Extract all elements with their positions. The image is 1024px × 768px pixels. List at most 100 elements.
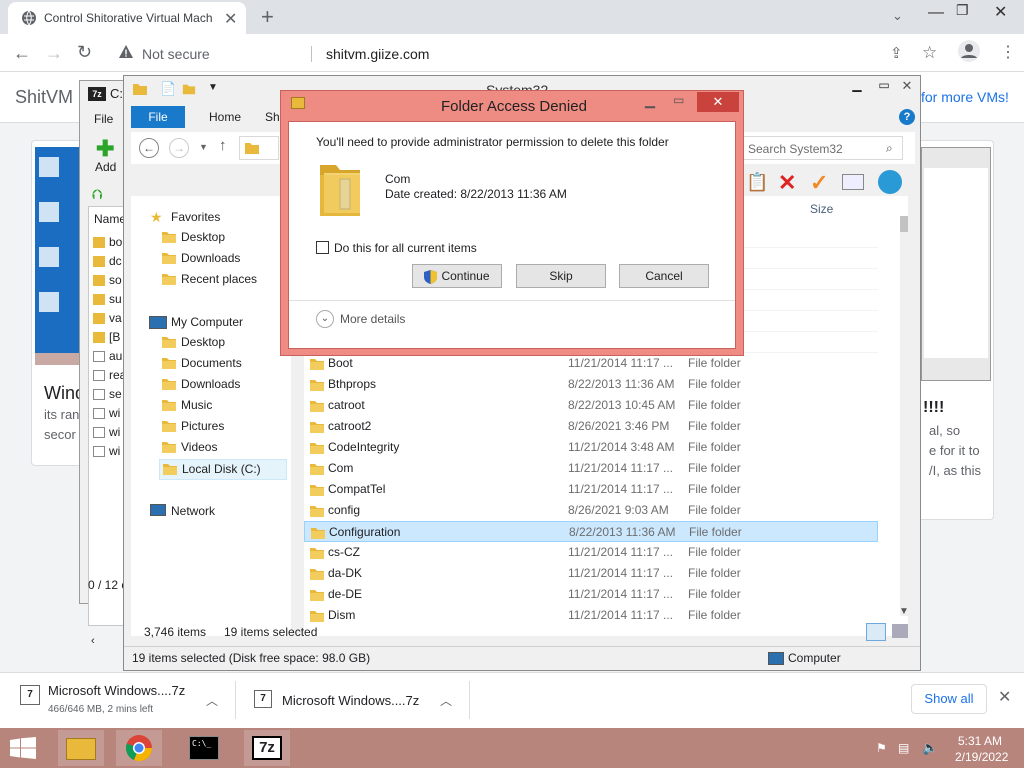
file-row[interactable]: cs-CZ 11/21/2014 11:17 ... File folder	[304, 542, 878, 563]
chevron-up-icon[interactable]: ︿	[440, 692, 452, 709]
more-vms-link[interactable]: for more VMs!	[921, 89, 1009, 105]
add-plus-icon[interactable]: ✚	[96, 136, 114, 162]
clipboard-icon[interactable]: 📋	[746, 172, 768, 193]
7zip-add-label[interactable]: Add	[95, 160, 116, 174]
tab-home[interactable]: Home	[197, 106, 253, 128]
tree-favorites[interactable]: Favorites	[171, 210, 220, 224]
up-icon[interactable]: ↑	[219, 137, 227, 154]
quick-access-dropdown-icon[interactable]: ▼	[208, 82, 218, 93]
tree-item[interactable]: Recent places	[159, 270, 287, 291]
not-secure-label[interactable]: Not secure	[142, 46, 210, 62]
apply-all-label[interactable]: Do this for all current items	[334, 241, 477, 255]
show-all-button[interactable]: Show all	[911, 684, 987, 714]
address-bar[interactable]: Not secure shitvm.giize.com ⇪ ☆	[104, 38, 944, 68]
skip-button[interactable]: Skip	[516, 264, 606, 288]
scroll-down-icon[interactable]: ▼	[899, 606, 909, 617]
profile-icon[interactable]	[958, 40, 980, 62]
browser-tab[interactable]: Control Shitorative Virtual Machi ✕	[8, 2, 246, 34]
file-row[interactable]: Dism 11/21/2014 11:17 ... File folder	[304, 605, 878, 626]
back-icon[interactable]: ←	[13, 44, 31, 62]
menu-dots-icon[interactable]: ⋮	[1000, 42, 1016, 62]
expand-chevron-icon[interactable]: ⌄	[316, 310, 334, 328]
vm-card-right[interactable]: !!!! al, so e for it to /I, as this	[914, 140, 994, 520]
continue-button[interactable]: Continue	[412, 264, 502, 288]
scroll-left-icon[interactable]: ‹	[91, 635, 95, 647]
tree-network[interactable]: Network	[171, 504, 215, 518]
back-icon[interactable]: ←	[139, 138, 159, 158]
forward-icon[interactable]: →	[169, 138, 189, 158]
tree-item[interactable]: Videos	[159, 438, 287, 459]
tree-item[interactable]: Music	[159, 396, 287, 417]
tree-item[interactable]: Pictures	[159, 417, 287, 438]
tree-item[interactable]: Local Disk (C:)	[159, 459, 287, 480]
apply-all-checkbox[interactable]	[316, 241, 329, 254]
warning-icon[interactable]	[118, 44, 134, 60]
tree-item[interactable]: Desktop	[159, 228, 287, 249]
close-download-bar-icon[interactable]: ✕	[998, 687, 1011, 707]
action-center-flag-icon[interactable]: ⚑	[876, 741, 887, 755]
file-row[interactable]: CompatTel 11/21/2014 11:17 ... File folder	[304, 479, 878, 500]
bookmark-star-icon[interactable]: ☆	[922, 43, 937, 63]
tree-item[interactable]: Downloads	[159, 375, 287, 396]
close-tab-icon[interactable]: ✕	[224, 9, 237, 29]
clock-time[interactable]: 5:31 AM	[958, 734, 1002, 748]
help-icon[interactable]: ?	[899, 109, 915, 125]
dialog-minimize-icon[interactable]: ▁	[645, 93, 655, 109]
file-row[interactable]: da-DK 11/21/2014 11:17 ... File folder	[304, 563, 878, 584]
taskbar-cmd[interactable]: C:\_	[180, 730, 226, 766]
file-row[interactable]: Bthprops 8/22/2013 11:36 AM File folder	[304, 374, 878, 395]
file-row[interactable]: de-DE 11/21/2014 11:17 ... File folder	[304, 584, 878, 605]
taskbar-explorer[interactable]	[58, 730, 104, 766]
file-row[interactable]: Com 11/21/2014 11:17 ... File folder	[304, 458, 878, 479]
tree-item[interactable]: Documents	[159, 354, 287, 375]
share-icon[interactable]: ⇪	[890, 44, 903, 62]
close-window-icon[interactable]: ✕	[994, 2, 1007, 22]
scrollbar-thumb[interactable]	[900, 216, 908, 232]
search-placeholder[interactable]: Search System32	[748, 142, 843, 156]
taskbar-7zip[interactable]: 7z	[244, 730, 290, 766]
reload-icon[interactable]: ↻	[77, 43, 92, 61]
details-view-icon[interactable]	[866, 623, 886, 641]
cancel-button[interactable]: Cancel	[619, 264, 709, 288]
dialog-close-button[interactable]: ✕	[697, 92, 739, 112]
dialog-maximize-icon[interactable]: ▭	[673, 93, 684, 107]
minimize-icon[interactable]: —	[928, 4, 944, 22]
tab-file[interactable]: File	[131, 106, 185, 128]
download-2-name[interactable]: Microsoft Windows....7z	[282, 693, 419, 708]
network-tray-icon[interactable]: ▤	[898, 741, 909, 755]
new-folder-icon[interactable]	[182, 82, 196, 96]
info-card-icon[interactable]	[842, 174, 864, 190]
address-box[interactable]	[239, 136, 279, 160]
7zip-menu-file[interactable]: File	[94, 112, 113, 126]
file-row[interactable]: catroot 8/22/2013 10:45 AM File folder	[304, 395, 878, 416]
site-brand[interactable]: ShitVM	[15, 87, 73, 108]
tree-my-computer[interactable]: My Computer	[171, 315, 243, 329]
restore-icon[interactable]: ❐	[956, 2, 969, 19]
recent-dropdown-icon[interactable]: ▼	[199, 142, 208, 152]
properties-icon[interactable]: 📄	[160, 81, 176, 97]
new-tab-icon[interactable]: +	[261, 4, 274, 30]
checkmark-icon[interactable]: ✓	[810, 170, 828, 196]
delete-x-icon[interactable]: ✕	[778, 170, 796, 196]
close-icon[interactable]: ✕	[894, 76, 920, 96]
file-row[interactable]: Boot 11/21/2014 11:17 ... File folder	[304, 353, 878, 374]
url-text[interactable]: shitvm.giize.com	[326, 46, 429, 62]
taskbar-chrome[interactable]	[116, 730, 162, 766]
file-row[interactable]: CodeIntegrity 11/21/2014 3:48 AM File fold…	[304, 437, 878, 458]
windows-start-icon[interactable]	[10, 737, 36, 759]
file-row[interactable]: config 8/26/2021 9:03 AM File folder	[304, 500, 878, 521]
chevron-up-icon[interactable]: ︿	[206, 692, 218, 709]
file-row[interactable]: Configuration 8/22/2013 11:36 AM File fold…	[304, 521, 878, 542]
file-row[interactable]: catroot2 8/26/2021 3:46 PM File folder	[304, 416, 878, 437]
up-folder-icon[interactable]: ⮉	[92, 186, 103, 203]
column-header-size[interactable]: Size	[810, 202, 833, 216]
7zip-col-name[interactable]: Name	[94, 212, 126, 226]
volume-muted-icon[interactable]: 🔈	[922, 740, 938, 756]
forward-icon[interactable]: →	[45, 44, 63, 62]
tree-item[interactable]: Downloads	[159, 249, 287, 270]
search-icon[interactable]: ⌕	[886, 141, 893, 156]
tree-item[interactable]: Desktop	[159, 333, 287, 354]
download-1-name[interactable]: Microsoft Windows....7z	[48, 683, 185, 698]
minimize-icon[interactable]: ▁	[844, 78, 870, 96]
globe-icon[interactable]	[878, 170, 902, 194]
